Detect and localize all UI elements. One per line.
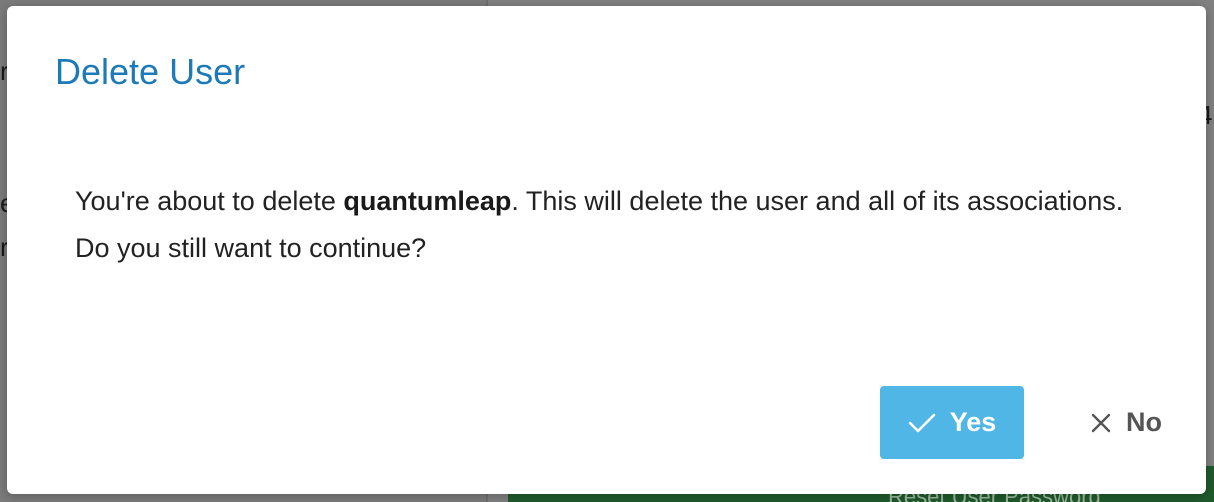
no-button[interactable]: No — [1071, 386, 1181, 459]
delete-user-dialog: Delete User You're about to delete quant… — [7, 6, 1206, 494]
yes-button[interactable]: Yes — [880, 386, 1024, 459]
check-icon — [908, 412, 936, 434]
close-icon — [1090, 412, 1112, 434]
no-button-label: No — [1126, 407, 1162, 437]
page: r e r 4 Reset User Password Delete User … — [0, 0, 1214, 502]
dialog-title: Delete User — [55, 51, 246, 92]
yes-button-label: Yes — [949, 407, 997, 437]
message-prefix: You're about to delete — [75, 186, 344, 216]
target-username: quantumleap — [343, 186, 512, 216]
dialog-message: You're about to delete quantumleap. This… — [75, 178, 1135, 272]
